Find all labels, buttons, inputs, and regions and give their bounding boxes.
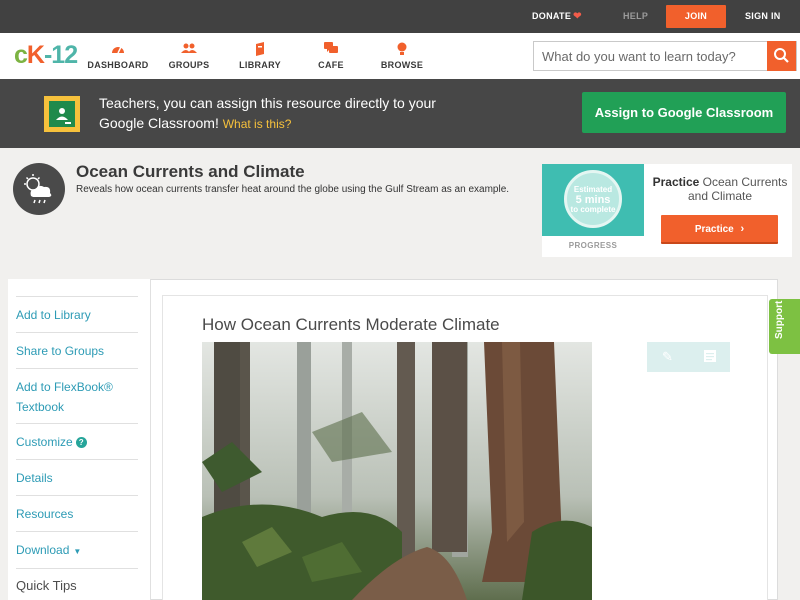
browse-icon	[362, 42, 442, 56]
caret-down-icon: ▼	[73, 547, 82, 556]
sidebar-share-to-groups[interactable]: Share to Groups	[16, 332, 138, 361]
practice-card: Estimated 5 mins to complete PROGRESS Pr…	[542, 164, 792, 257]
search-button[interactable]	[767, 41, 796, 71]
document-title: How Ocean Currents Moderate Climate	[202, 315, 500, 334]
dashboard-icon	[78, 42, 158, 56]
progress-label: PROGRESS	[568, 241, 618, 250]
sign-in-link[interactable]: SIGN IN	[745, 0, 781, 33]
nav-browse[interactable]: BROWSE	[362, 33, 442, 79]
sidebar-details[interactable]: Details	[16, 459, 138, 488]
heart-icon: ❤	[573, 11, 582, 22]
main-navbar: cK-12 DASHBOARD GROUPS LIBRARY CAFE BROW…	[0, 33, 800, 79]
sidebar-resources[interactable]: Resources	[16, 495, 138, 524]
weather-cloud-icon	[13, 163, 65, 215]
search-icon	[774, 48, 789, 63]
search-input[interactable]	[534, 42, 769, 70]
cafe-icon	[291, 42, 371, 56]
help-link[interactable]: HELP	[623, 0, 648, 33]
notes-icon[interactable]	[689, 342, 730, 372]
concept-title: Ocean Currents and Climate	[76, 162, 305, 181]
google-classroom-icon	[44, 96, 80, 132]
google-classroom-banner: Teachers, you can assign this resource d…	[0, 79, 800, 148]
sidebar-add-to-flexbook[interactable]: Add to FlexBook® Textbook	[16, 368, 138, 417]
classroom-message: Teachers, you can assign this resource d…	[99, 95, 436, 131]
sidebar-customize[interactable]: Customize?	[16, 423, 138, 452]
nav-dashboard[interactable]: DASHBOARD	[78, 33, 158, 79]
document-tools: ✎	[647, 342, 730, 372]
top-utility-bar: DONATE ❤ HELP JOIN SIGN IN	[0, 0, 800, 33]
nav-cafe[interactable]: CAFE	[291, 33, 371, 79]
search-box	[533, 41, 797, 71]
chevron-right-icon: ›	[740, 223, 745, 235]
join-button[interactable]: JOIN	[666, 5, 726, 28]
groups-icon	[149, 42, 229, 56]
ck12-logo[interactable]: cK-12	[14, 41, 78, 70]
practice-button[interactable]: Practice ›	[661, 215, 778, 244]
sidebar-add-to-library[interactable]: Add to Library	[16, 296, 138, 325]
what-is-this-link[interactable]: What is this?	[223, 117, 292, 131]
concept-description: Reveals how ocean currents transfer heat…	[76, 184, 510, 195]
progress-graphic: Estimated 5 mins to complete	[542, 164, 644, 236]
nav-groups[interactable]: GROUPS	[149, 33, 229, 79]
assign-google-classroom-button[interactable]: Assign to Google Classroom	[582, 92, 786, 133]
support-tab[interactable]: Support	[769, 299, 800, 354]
help-icon: ?	[75, 437, 87, 448]
pencil-icon[interactable]: ✎	[647, 342, 688, 372]
estimate-badge: Estimated 5 mins to complete	[564, 170, 622, 228]
practice-title: Practice Ocean Currents and Climate	[652, 175, 788, 203]
donate-link[interactable]: DONATE ❤	[532, 0, 582, 33]
redwood-forest-image	[202, 342, 592, 600]
library-icon	[220, 42, 300, 56]
quick-tips-heading[interactable]: Quick Tips	[16, 568, 138, 593]
nav-library[interactable]: LIBRARY	[220, 33, 300, 79]
sidebar-download[interactable]: Download ▼	[16, 531, 138, 562]
